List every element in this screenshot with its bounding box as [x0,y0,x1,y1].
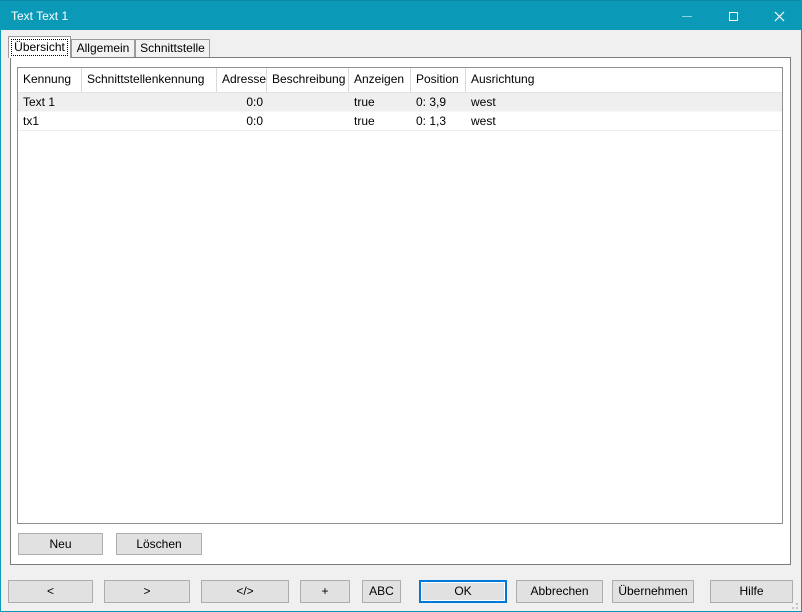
column-header-position[interactable]: Position [411,68,466,92]
apply-button[interactable]: Übernehmen [612,580,694,603]
close-icon [774,11,785,22]
new-button[interactable]: Neu [18,533,103,555]
help-button[interactable]: Hilfe [710,580,793,603]
prev-button[interactable]: < [8,580,93,603]
close-button[interactable] [756,1,802,31]
column-header-schnittstellenkennung[interactable]: Schnittstellenkennung [82,68,217,92]
abc-button[interactable]: ABC [362,580,401,603]
table-row[interactable]: tx1 0:0 true 0: 1,3 west [18,112,782,131]
resize-grip-icon[interactable] [789,600,798,609]
cell-adresse: 0:0 [217,112,267,130]
cell-position: 0: 1,3 [411,112,466,130]
dialog-window: Text Text 1 Übersicht Allgemein Schnitts… [0,0,802,612]
cell-schnittstellenkennung [82,93,217,111]
delete-button[interactable]: Löschen [116,533,202,555]
cell-adresse: 0:0 [217,93,267,111]
next-button[interactable]: > [104,580,190,603]
column-header-anzeigen[interactable]: Anzeigen [349,68,411,92]
minimize-icon [682,16,692,17]
table-header-row: Kennung Schnittstellenkennung Adresse Be… [18,68,782,93]
minimize-button[interactable] [664,1,710,31]
titlebar[interactable]: Text Text 1 [0,0,802,30]
cell-kennung: Text 1 [18,93,82,111]
cell-ausrichtung: west [466,93,782,111]
tab-content-panel: Kennung Schnittstellenkennung Adresse Be… [10,57,791,565]
window-title: Text Text 1 [11,1,68,31]
tab-schnittstelle[interactable]: Schnittstelle [135,39,210,58]
cell-anzeigen: true [349,93,411,111]
add-button[interactable]: + [300,580,350,603]
ok-button[interactable]: OK [419,580,507,603]
table-row[interactable]: Text 1 0:0 true 0: 3,9 west [18,93,782,112]
cell-schnittstellenkennung [82,112,217,130]
maximize-icon [729,12,738,21]
elements-table: Kennung Schnittstellenkennung Adresse Be… [17,67,783,524]
cell-position: 0: 3,9 [411,93,466,111]
column-header-beschreibung[interactable]: Beschreibung [267,68,349,92]
cell-kennung: tx1 [18,112,82,130]
maximize-button[interactable] [710,1,756,31]
cell-beschreibung [267,112,349,130]
cancel-button[interactable]: Abbrechen [516,580,603,603]
tab-uebersicht[interactable]: Übersicht [8,36,71,58]
column-header-ausrichtung[interactable]: Ausrichtung [466,68,782,92]
column-header-adresse[interactable]: Adresse [217,68,267,92]
tab-allgemein[interactable]: Allgemein [71,39,135,58]
cell-beschreibung [267,93,349,111]
cell-anzeigen: true [349,112,411,130]
cell-ausrichtung: west [466,112,782,130]
column-header-kennung[interactable]: Kennung [18,68,82,92]
code-button[interactable]: </> [201,580,289,603]
